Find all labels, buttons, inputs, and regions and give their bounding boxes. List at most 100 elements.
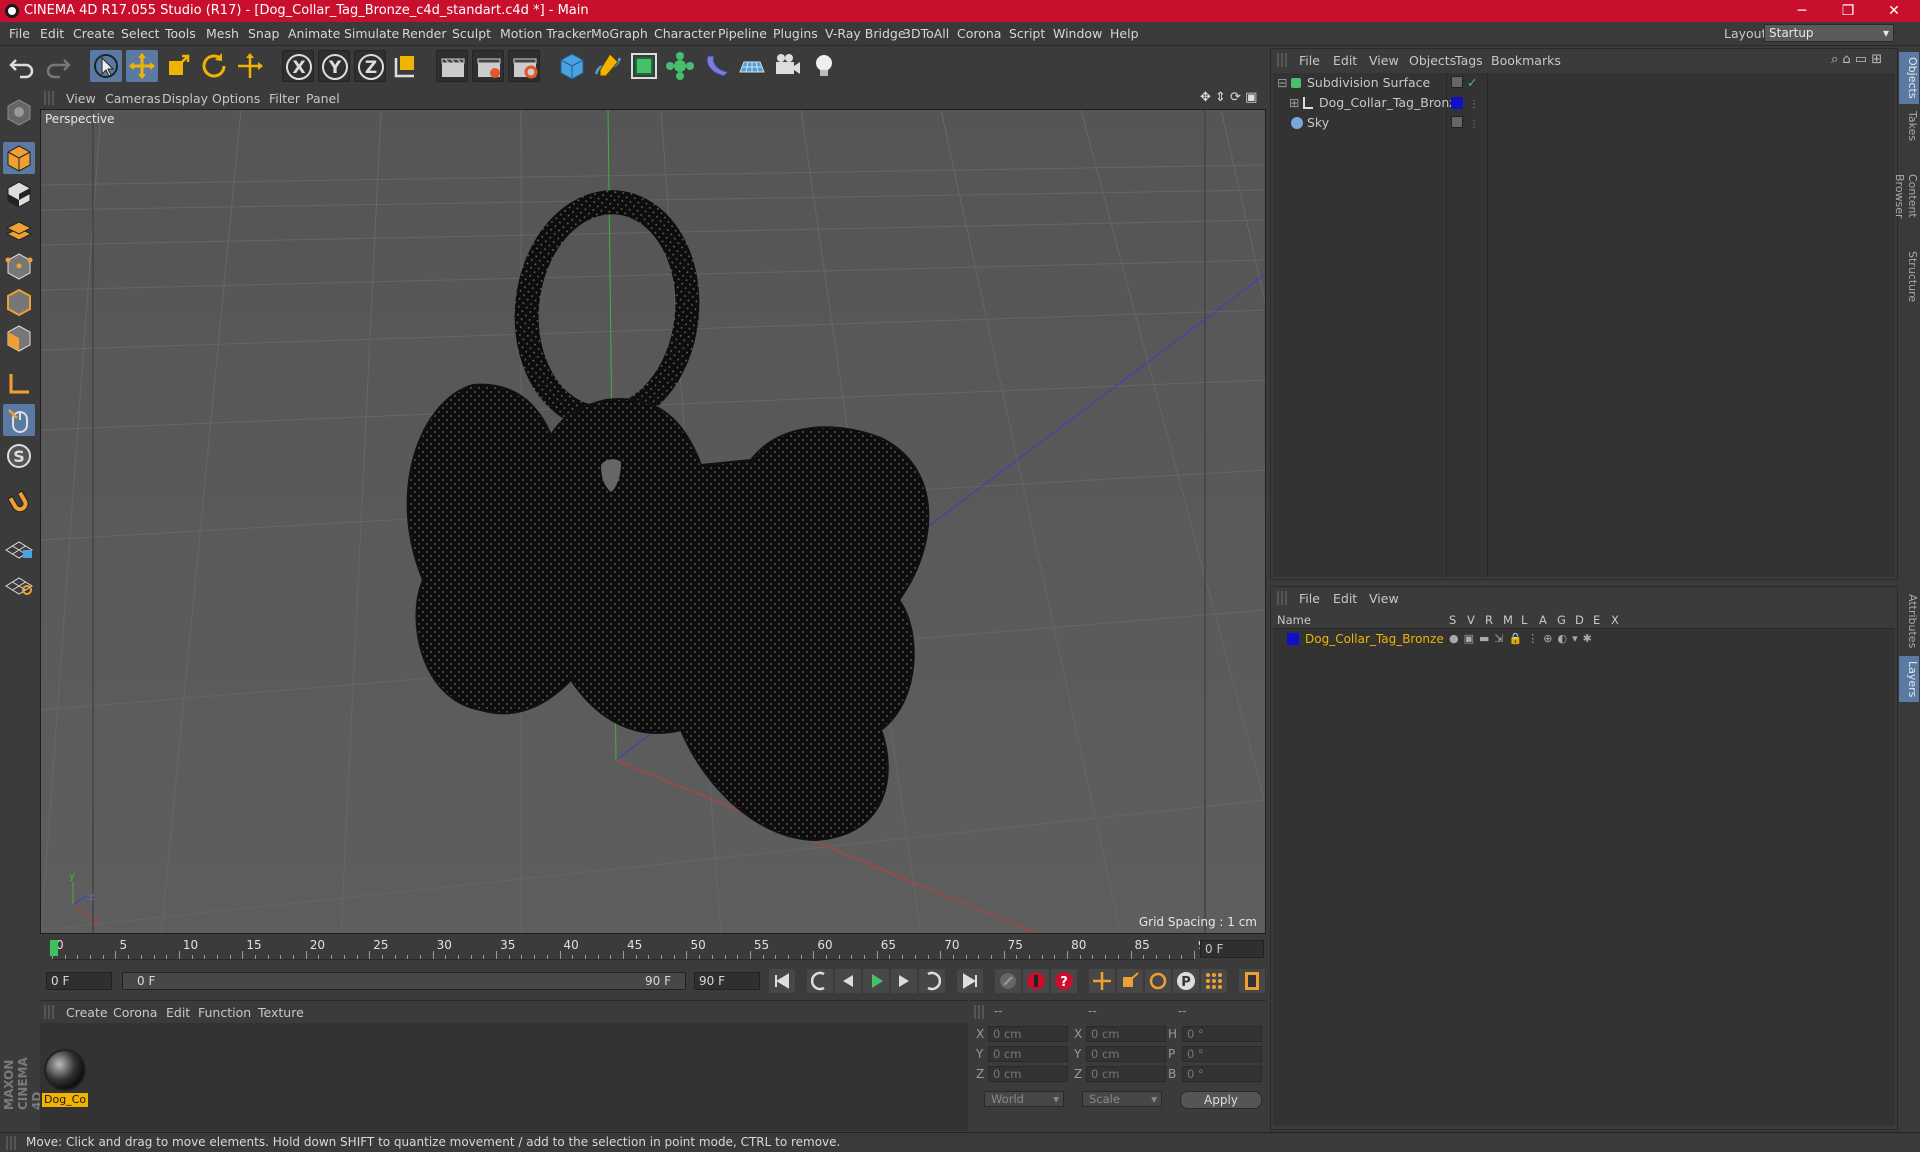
menu-plugins[interactable]: Plugins [773,26,818,41]
start-frame-field[interactable]: 0 F [46,972,112,990]
y-axis-lock-button[interactable]: Y [318,50,350,82]
camera-object-button[interactable] [772,50,804,82]
menu-render[interactable]: Render [402,26,447,41]
object-menu-file[interactable]: File [1299,53,1320,68]
object-row-dog-collar-tag-bronze[interactable]: ⊞ Dog_Collar_Tag_Bronze ⋮ [1273,93,1895,113]
layer-name[interactable]: Dog_Collar_Tag_Bronze [1305,629,1444,649]
coordinate-space-dropdown[interactable]: World ▾ [984,1091,1064,1107]
viewport-menu-options[interactable]: Options [212,91,260,106]
snap-toggle-button[interactable] [3,486,35,518]
editor-visibility-toggle[interactable] [1451,116,1463,128]
edges-mode-button[interactable] [3,286,35,318]
visibility-dots-icon[interactable]: ⋮ [1469,95,1479,115]
menu-snap[interactable]: Snap [248,26,279,41]
menu-tools[interactable]: Tools [165,26,196,41]
object-list[interactable]: ⊟ Subdivision Surface ✓ ⊞ Dog_Collar_Tag… [1273,73,1895,577]
rotate-tool-button[interactable] [198,50,230,82]
autokeying-button[interactable] [1023,969,1049,993]
maximize-button[interactable]: ❐ [1826,0,1870,22]
object-menu-view[interactable]: View [1369,53,1399,68]
column-render[interactable]: R [1485,611,1493,629]
workplane-mode-button[interactable] [3,214,35,246]
goto-end-button[interactable] [957,969,983,993]
column-generators[interactable]: G [1557,611,1566,629]
locked-workplane-button[interactable] [3,532,35,564]
enable-axis-button[interactable] [3,368,35,400]
minimize-button[interactable]: ─ [1780,0,1824,22]
layer-menu-edit[interactable]: Edit [1333,591,1357,606]
goto-start-button[interactable] [769,969,795,993]
layer-list[interactable]: Dog_Collar_Tag_Bronze ●▣▬⇲🔒⋮⊕◐▾✱ [1273,629,1895,1125]
object-name-sky[interactable]: Sky [1307,113,1329,133]
current-frame-field[interactable]: 0 F [1200,940,1264,958]
render-to-picture-viewer-button[interactable] [472,50,504,82]
material-menu-create[interactable]: Create [66,1005,108,1020]
menu-select[interactable]: Select [121,26,160,41]
column-name[interactable]: Name [1277,611,1311,629]
column-view[interactable]: V [1467,611,1475,629]
menu-simulate[interactable]: Simulate [344,26,399,41]
viewport-navigation-icons[interactable]: ✥ ⇕ ⟳ ▣ [1200,90,1257,105]
transform-tool-button[interactable] [234,50,266,82]
object-menu-objects[interactable]: Objects [1409,53,1456,68]
scale-tool-button[interactable] [162,50,194,82]
record-keys-button[interactable] [995,969,1021,993]
tweak-mode-button[interactable] [3,404,35,436]
material-menu-corona[interactable]: Corona [113,1005,157,1020]
object-menu-tags[interactable]: Tags [1455,53,1483,68]
rotation-h-field[interactable]: 0 ° [1182,1026,1262,1042]
layout-dropdown[interactable]: Startup ▾ [1764,24,1894,42]
viewport-camera-label[interactable]: Perspective [45,112,115,126]
viewport-menu-panel[interactable]: Panel [306,91,340,106]
menu-animate[interactable]: Animate [288,26,340,41]
menu-mesh[interactable]: Mesh [206,26,239,41]
menu-edit[interactable]: Edit [40,26,64,41]
menu-character[interactable]: Character [654,26,716,41]
menu-corona[interactable]: Corona [957,26,1001,41]
size-y-field[interactable]: 0 cm [1086,1046,1166,1062]
tab-content-browser[interactable]: Content Browser [1893,148,1919,244]
object-name-dog-collar-tag-bronze[interactable]: Dog_Collar_Tag_Bronze [1319,93,1464,113]
column-animation[interactable]: A [1539,611,1547,629]
object-menu-bookmarks[interactable]: Bookmarks [1491,53,1561,68]
deformer-button[interactable] [700,50,732,82]
move-tool-button[interactable] [126,50,158,82]
layer-toggle-icons[interactable]: ●▣▬⇲🔒⋮⊕◐▾✱ [1449,629,1597,649]
size-z-field[interactable]: 0 cm [1086,1066,1166,1082]
expand-icon[interactable]: ⊞ [1289,93,1299,113]
viewport-menu-filter[interactable]: Filter [269,91,300,106]
planar-workplane-button[interactable] [3,568,35,600]
column-manager[interactable]: M [1503,611,1513,629]
position-track-button[interactable] [1089,969,1115,993]
viewport-menu-display[interactable]: Display [162,91,208,106]
material-preview-swatch[interactable] [44,1049,86,1091]
size-mode-dropdown[interactable]: Scale ▾ [1082,1091,1162,1107]
timeline-ruler[interactable]: 051015202530354045505560657075808590 0 F [40,936,1266,962]
layer-color-swatch[interactable] [1287,633,1299,645]
menu-sculpt[interactable]: Sculpt [452,26,491,41]
menu-help[interactable]: Help [1110,26,1139,41]
make-editable-button[interactable] [3,96,35,128]
menu-vray-bridge[interactable]: V-Ray Bridge [825,26,906,41]
rotation-track-button[interactable] [1145,969,1171,993]
perspective-viewport[interactable]: y z x Perspective Grid Spacing : 1 cm [40,109,1266,934]
undo-button[interactable] [6,50,38,82]
collapse-icon[interactable]: ⊟ [1277,73,1287,93]
column-deformers[interactable]: D [1575,611,1584,629]
previous-keyframe-button[interactable] [807,969,833,993]
live-selection-button[interactable] [90,50,122,82]
redo-button[interactable] [42,50,74,82]
object-search-icon[interactable]: ⌕ ⌂ ▭ ⊞ [1831,52,1882,67]
viewport-menu-cameras[interactable]: Cameras [105,91,161,106]
material-list[interactable]: Dog_Co [40,1023,968,1131]
visibility-dots-icon[interactable]: ⋮ [1469,115,1479,135]
apply-button[interactable]: Apply [1180,1091,1262,1109]
timeline-playhead[interactable] [50,940,58,956]
column-xrefs[interactable]: X [1611,611,1619,629]
material-menu-texture[interactable]: Texture [258,1005,304,1020]
previous-frame-button[interactable] [835,969,861,993]
cube-primitive-button[interactable] [556,50,588,82]
position-y-field[interactable]: 0 cm [988,1046,1068,1062]
snap-settings-button[interactable]: S [3,440,35,472]
tab-objects[interactable]: Objects [1899,52,1919,104]
